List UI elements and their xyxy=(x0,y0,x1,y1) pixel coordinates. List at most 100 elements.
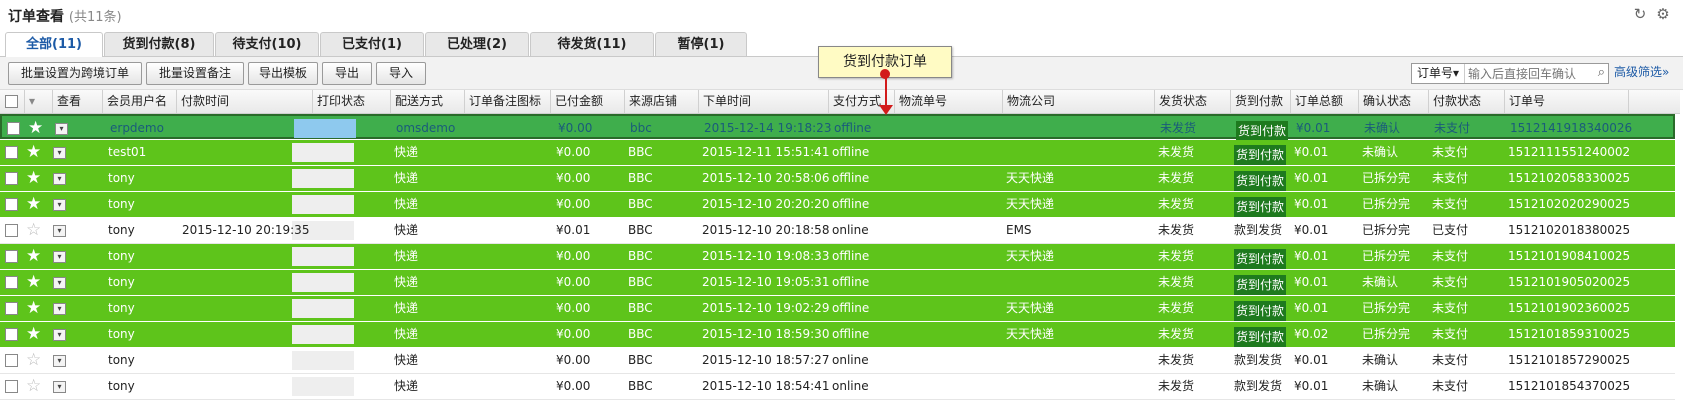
expand-icon[interactable]: ▾ xyxy=(53,173,66,185)
header-order-no[interactable]: 订单号 xyxy=(1504,90,1628,113)
expand-icon[interactable]: ▾ xyxy=(53,381,66,393)
star-icon[interactable]: ★ xyxy=(26,324,41,344)
expand-icon[interactable]: ▾ xyxy=(53,199,66,211)
star-icon[interactable]: ☆ xyxy=(26,350,41,370)
header-delivery-status[interactable]: 发货状态 xyxy=(1154,90,1230,113)
row-checkbox[interactable] xyxy=(5,146,18,159)
paid-amount-cell: ¥0.01 xyxy=(556,223,591,237)
title-bar: 订单查看 (共11条) ↻ ⚙ xyxy=(0,0,1683,30)
expand-icon[interactable]: ▾ xyxy=(53,147,66,159)
tab-pending-delivery[interactable]: 待发货(11) xyxy=(530,32,654,56)
header-username[interactable]: 会员用户名 xyxy=(102,90,176,113)
refresh-icon[interactable]: ↻ xyxy=(1632,6,1648,22)
tab-pending-payment[interactable]: 待支付(10) xyxy=(215,32,319,56)
header-sort-icon[interactable]: ▾ xyxy=(24,90,52,113)
tab-paused[interactable]: 暂停(1) xyxy=(655,32,747,56)
order-no-cell: 1512101857290025 xyxy=(1508,353,1631,367)
header-print-status[interactable]: 打印状态 xyxy=(312,90,390,113)
print-status-indicator xyxy=(292,195,354,214)
table-row[interactable]: ★ ▾ tony 快递 ¥0.00 BBC 2015-12-10 19:05:31 offli… xyxy=(0,270,1675,296)
header-remark-icon[interactable]: 订单备注图标 xyxy=(464,90,550,113)
tab-cod[interactable]: 货到付款(8) xyxy=(104,32,214,56)
expand-icon[interactable]: ▾ xyxy=(53,225,66,237)
table-row[interactable]: ★ ▾ tony 快递 ¥0.00 BBC 2015-12-10 19:02:29 offli… xyxy=(0,296,1675,322)
tab-all[interactable]: 全部(11) xyxy=(5,32,103,57)
expand-icon[interactable]: ▾ xyxy=(53,277,66,289)
batch-remark-button[interactable]: 批量设置备注 xyxy=(146,62,244,85)
header-paid-amount[interactable]: 已付金额 xyxy=(550,90,624,113)
star-icon[interactable]: ★ xyxy=(26,272,41,292)
expand-icon[interactable]: ▾ xyxy=(53,251,66,263)
row-checkbox[interactable] xyxy=(5,172,18,185)
shipping-cell: 快递 xyxy=(394,301,419,315)
select-all-checkbox[interactable] xyxy=(5,95,18,108)
shipping-cell: 快递 xyxy=(394,379,419,393)
advanced-filter-link[interactable]: 高级筛选» xyxy=(1614,63,1669,80)
star-icon[interactable]: ★ xyxy=(28,118,43,138)
row-checkbox[interactable] xyxy=(5,302,18,315)
shop-cell: BBC xyxy=(628,353,653,367)
table-row[interactable]: ★ ▾ tony 快递 ¥0.00 BBC 2015-12-10 19:08:33 offli… xyxy=(0,244,1675,270)
confirm-status-cell: 未确认 xyxy=(1364,121,1401,135)
total-cell: ¥0.01 xyxy=(1294,353,1329,367)
paid-amount-cell: ¥0.00 xyxy=(556,249,591,263)
row-checkbox[interactable] xyxy=(5,250,18,263)
shop-cell: BBC xyxy=(628,275,653,289)
header-logistics[interactable]: 物流公司 xyxy=(1002,90,1154,113)
row-checkbox[interactable] xyxy=(5,198,18,211)
header-total[interactable]: 订单总额 xyxy=(1290,90,1358,113)
search-icon[interactable]: ⌕ xyxy=(1598,65,1605,80)
star-icon[interactable]: ☆ xyxy=(26,220,41,240)
star-icon[interactable]: ★ xyxy=(26,298,41,318)
star-icon[interactable]: ★ xyxy=(26,142,41,162)
expand-icon[interactable]: ▾ xyxy=(53,329,66,341)
header-cod[interactable]: 货到付款 xyxy=(1230,90,1290,113)
import-button[interactable]: 导入 xyxy=(376,62,426,85)
table-row[interactable]: ★ ▾ test01 快递 ¥0.00 BBC 2015-12-11 15:51:41 off… xyxy=(0,140,1675,166)
expand-icon[interactable]: ▾ xyxy=(53,355,66,367)
pay-method-cell: offline xyxy=(832,327,870,341)
export-button[interactable]: 导出 xyxy=(322,62,372,85)
star-icon[interactable]: ★ xyxy=(26,168,41,188)
gear-icon[interactable]: ⚙ xyxy=(1655,6,1671,22)
table-row[interactable]: ★ ▾ erpdemo omsdemo ¥0.00 bbc 2015-12-14 19:18… xyxy=(0,114,1675,141)
header-tracking-no[interactable]: 物流单号 xyxy=(894,90,1002,113)
confirm-status-cell: 未确认 xyxy=(1362,275,1399,289)
pay-status-cell: 未支付 xyxy=(1432,353,1469,367)
table-row[interactable]: ☆ ▾ tony 快递 ¥0.00 BBC 2015-12-10 18:57:27 onlin… xyxy=(0,348,1675,374)
row-checkbox[interactable] xyxy=(5,354,18,367)
header-pay-status[interactable]: 付款状态 xyxy=(1428,90,1504,113)
star-icon[interactable]: ☆ xyxy=(26,376,41,396)
table-row[interactable]: ☆ ▾ tony 2015-12-10 20:19:35 快递 ¥0.01 BBC 2015-… xyxy=(0,218,1675,244)
order-time-cell: 2015-12-10 18:54:41 xyxy=(702,379,830,393)
confirm-status-cell: 未确认 xyxy=(1362,379,1399,393)
table-row[interactable]: ★ ▾ tony 快递 ¥0.00 BBC 2015-12-10 18:59:30 offli… xyxy=(0,322,1675,348)
tab-processed[interactable]: 已处理(2) xyxy=(425,32,529,56)
header-pay-time[interactable]: 付款时间 xyxy=(176,90,312,113)
star-icon[interactable]: ★ xyxy=(26,194,41,214)
delivery-status-cell: 未发货 xyxy=(1158,379,1195,393)
table-row[interactable]: ★ ▾ tony 快递 ¥0.00 BBC 2015-12-10 20:20:20 offli… xyxy=(0,192,1675,218)
row-checkbox[interactable] xyxy=(5,224,18,237)
expand-icon[interactable]: ▾ xyxy=(55,123,68,135)
tab-paid[interactable]: 已支付(1) xyxy=(320,32,424,56)
expand-icon[interactable]: ▾ xyxy=(53,303,66,315)
header-order-time[interactable]: 下单时间 xyxy=(698,90,828,113)
header-confirm-status[interactable]: 确认状态 xyxy=(1358,90,1428,113)
batch-cross-border-button[interactable]: 批量设置为跨境订单 xyxy=(8,62,142,85)
search-input[interactable] xyxy=(1466,64,1588,83)
table-row[interactable]: ★ ▾ tony 快递 ¥0.00 BBC 2015-12-10 20:58:06 offli… xyxy=(0,166,1675,192)
search-field-select[interactable]: 订单号▾ xyxy=(1412,64,1465,83)
row-checkbox[interactable] xyxy=(5,380,18,393)
header-shipping[interactable]: 配送方式 xyxy=(390,90,464,113)
row-checkbox[interactable] xyxy=(5,328,18,341)
table-row[interactable]: ☆ ▾ tony 快递 ¥0.00 BBC 2015-12-10 18:54:41 onlin… xyxy=(0,374,1675,400)
row-checkbox[interactable] xyxy=(7,122,20,135)
delivery-status-cell: 未发货 xyxy=(1158,197,1195,211)
header-shop[interactable]: 来源店铺 xyxy=(624,90,698,113)
shipping-cell: 快递 xyxy=(394,353,419,367)
star-icon[interactable]: ★ xyxy=(26,246,41,266)
export-template-button[interactable]: 导出模板 xyxy=(248,62,318,85)
pay-status-cell: 未支付 xyxy=(1432,197,1469,211)
row-checkbox[interactable] xyxy=(5,276,18,289)
